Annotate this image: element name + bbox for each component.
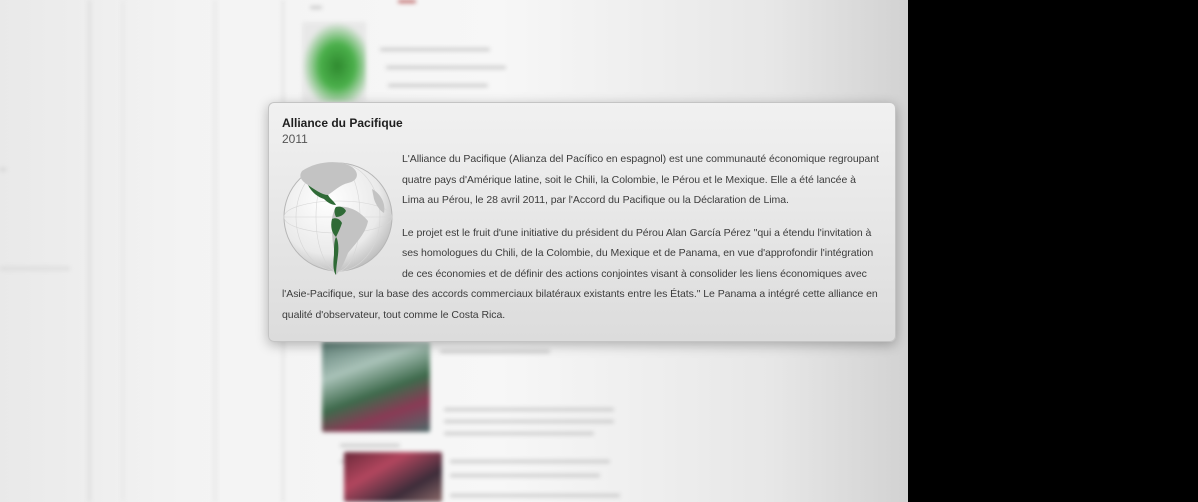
background-text — [398, 0, 416, 3]
column-divider — [214, 0, 216, 502]
background-text — [450, 494, 620, 497]
background-photo-thumbnail — [322, 342, 430, 432]
background-text — [310, 6, 322, 9]
popover-year: 2011 — [282, 132, 308, 146]
black-margin — [908, 0, 1198, 502]
background-text — [450, 474, 600, 477]
background-text — [444, 420, 614, 423]
background-photo-thumbnail — [344, 452, 442, 502]
background-text — [450, 460, 610, 463]
background-text — [386, 66, 506, 69]
background-text — [440, 350, 550, 353]
background-text — [444, 408, 614, 411]
background-text — [380, 48, 490, 51]
event-popover[interactable]: Alliance du Pacifique 2011 L'Alliance du… — [268, 102, 896, 342]
background-text — [0, 267, 70, 270]
background-text — [0, 168, 6, 171]
background-map-thumbnail — [302, 22, 366, 102]
globe-map-icon — [282, 151, 394, 283]
column-divider — [88, 0, 91, 502]
background-text — [444, 432, 594, 435]
popover-title: Alliance du Pacifique — [282, 116, 403, 130]
background-text — [340, 444, 400, 447]
background-text — [388, 84, 488, 87]
column-divider — [122, 0, 124, 502]
